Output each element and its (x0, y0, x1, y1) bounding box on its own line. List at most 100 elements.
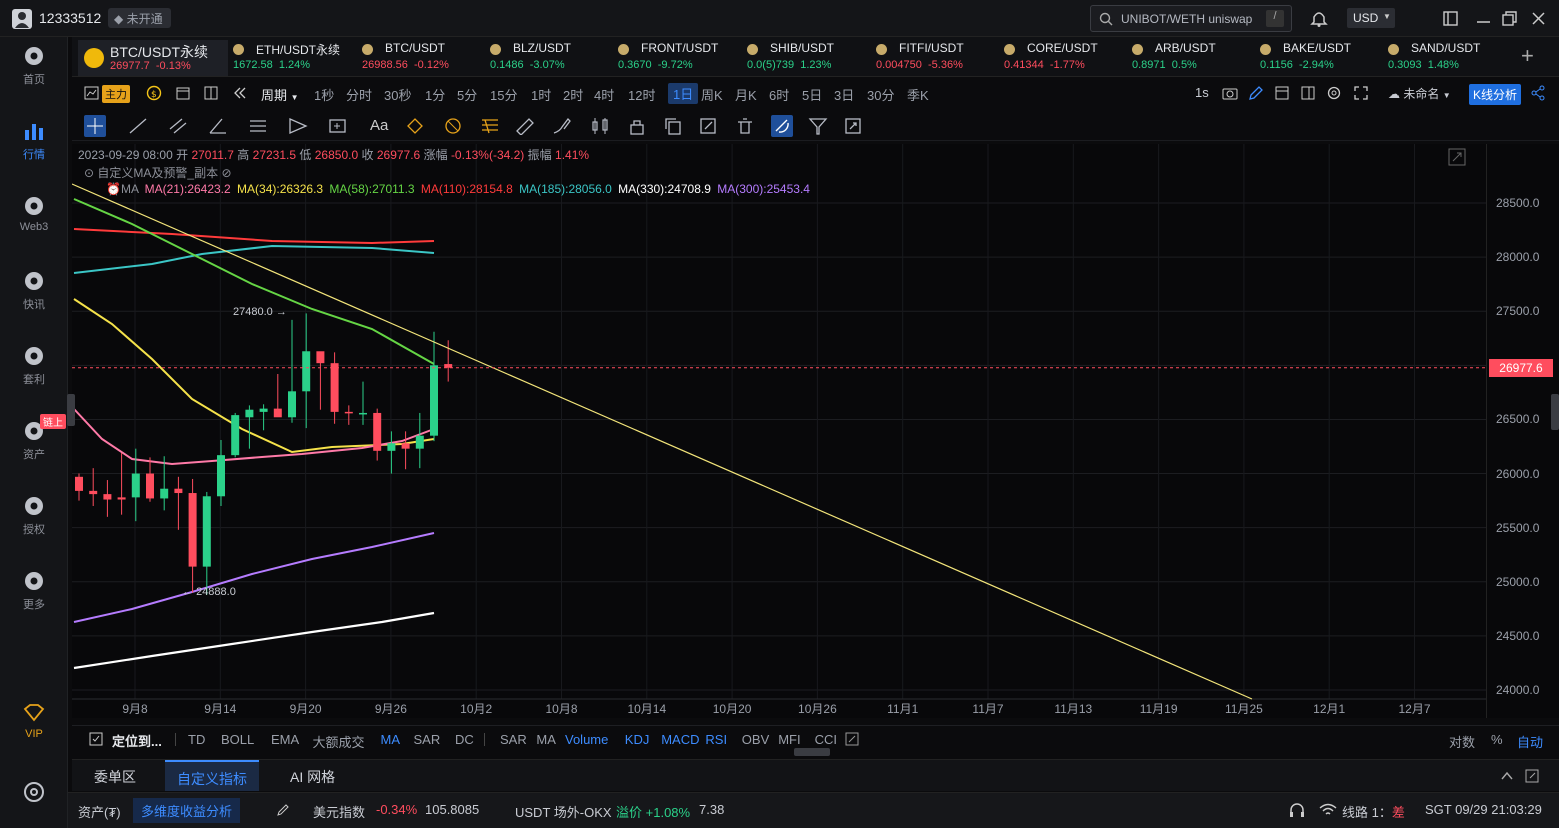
settings-icon[interactable] (1326, 85, 1342, 101)
filter-icon[interactable] (808, 117, 828, 135)
trash-icon[interactable] (735, 117, 755, 135)
sub-indicator-MA[interactable]: MA (536, 732, 556, 747)
new-window-icon[interactable] (1442, 10, 1459, 27)
price-axis[interactable]: 28500.028000.027500.027000.026500.026000… (1486, 144, 1559, 718)
angle-icon[interactable] (208, 117, 228, 135)
parallel-channel-icon[interactable] (168, 117, 188, 135)
sub-indicator-CCI[interactable]: CCI (815, 732, 837, 747)
headset-icon[interactable] (1288, 801, 1306, 819)
kline-analysis-button[interactable]: K线分析 (1469, 84, 1522, 105)
symbol-tab-8[interactable]: ARB/USDT 0.8971 0.5% (1132, 40, 1256, 76)
window-icon[interactable] (1274, 85, 1290, 101)
pattern-icon[interactable] (406, 117, 426, 135)
close-icon[interactable] (1530, 10, 1547, 27)
sidebar-item-3[interactable]: 快讯 (0, 270, 68, 312)
bottom-tab-2[interactable]: AI 网格 (278, 760, 347, 791)
bottom-tab-0[interactable]: 委单区 (82, 760, 148, 791)
edit-icon[interactable] (276, 803, 290, 817)
timeframe-8[interactable]: 4时 (594, 85, 614, 104)
main-indicator-BOLL[interactable]: BOLL (221, 732, 254, 747)
symbol-tab-7[interactable]: CORE/USDT 0.41344 -1.77% (1004, 40, 1128, 76)
sub-indicator-RSI[interactable]: RSI (705, 732, 727, 747)
timeframe-13[interactable]: 6时 (769, 85, 789, 104)
search-input[interactable]: UNIBOT/WETH uniswap (1121, 12, 1252, 26)
edit-icon[interactable] (699, 117, 719, 135)
timeframe-11[interactable]: 周K (701, 85, 723, 104)
sidebar-item-2[interactable]: Web3 (0, 195, 68, 233)
fullscreen-icon[interactable] (1353, 85, 1369, 101)
pitchfork-icon[interactable] (288, 117, 308, 135)
sidebar-item-8[interactable]: VIP (0, 702, 68, 740)
main-indicator-TD[interactable]: TD (188, 732, 205, 747)
timeframe-1[interactable]: 分时 (346, 85, 372, 104)
currency-select[interactable]: USD ▼ (1347, 8, 1395, 28)
elliott-icon[interactable] (443, 117, 463, 135)
membership-badge[interactable]: ◆ 未开通 (108, 8, 171, 28)
period-select[interactable]: 周期 ▼ (261, 85, 299, 104)
trendline-icon[interactable] (128, 117, 148, 135)
timeframe-15[interactable]: 3日 (834, 85, 854, 104)
timeframe-2[interactable]: 30秒 (384, 85, 411, 104)
main-indicator-DC[interactable]: DC (455, 732, 474, 747)
sidebar-item-0[interactable]: 首页 (0, 45, 68, 87)
ruler-icon[interactable] (515, 117, 535, 135)
timeframe-12[interactable]: 月K (735, 85, 757, 104)
main-indicator-SAR[interactable]: SAR (414, 732, 441, 747)
brush-icon[interactable] (552, 117, 572, 135)
sub-indicator-OBV[interactable]: OBV (742, 732, 769, 747)
sidebar-item-6[interactable]: 授权 (0, 495, 68, 537)
bottom-tab-1[interactable]: 自定义指标 (165, 760, 259, 791)
sync-icon[interactable] (844, 117, 864, 135)
symbol-tab-2[interactable]: BTC/USDT 26988.56 -0.12% (362, 40, 486, 76)
replay-icon[interactable] (232, 85, 248, 101)
minimize-icon[interactable] (1475, 10, 1492, 27)
chart-canvas[interactable]: 9月8 9月14 9月20 9月26 10月2 10月8 10月14 10月20 10月26 11… (72, 144, 1486, 718)
symbol-tab-3[interactable]: BLZ/USDT 0.1486 -3.07% (490, 40, 614, 76)
timeframe-9[interactable]: 12时 (628, 85, 655, 104)
magnet-tool-icon[interactable] (771, 115, 793, 137)
copy-icon[interactable] (663, 117, 683, 135)
popout-icon[interactable] (1524, 768, 1540, 784)
main-indicator-EMA[interactable]: EMA (271, 732, 299, 747)
sidebar-item-5[interactable]: 资产 链上 (0, 414, 68, 462)
expand-panel-handle[interactable] (794, 748, 830, 756)
indicator-name-row[interactable]: ⊙ 自定义MA及预警_副本 ⊘ (84, 164, 232, 181)
multi-dim-analysis-button[interactable]: 多维度收益分析 (133, 798, 241, 823)
sidebar-item-4[interactable]: 套利 (0, 345, 68, 387)
kline-chart[interactable]: 9月8 9月14 9月20 9月26 10月2 10月8 10月14 10月20 10月26 11… (67, 144, 1486, 718)
timeframe-0[interactable]: 1秒 (314, 85, 334, 104)
symbol-tab-0[interactable]: BTC/USDT永续 26977.7 -0.13% (78, 40, 228, 76)
rectangle-icon[interactable] (328, 117, 348, 135)
main-indicator-MA[interactable]: MA (381, 732, 401, 747)
layout-name-select[interactable]: ☁ 未命名 ▼ (1388, 85, 1451, 102)
sidebar-item-1[interactable]: 行情 (0, 120, 68, 162)
camera-icon[interactable] (1222, 85, 1238, 101)
scale-option-2[interactable]: 自动 (1517, 732, 1543, 751)
gann-icon[interactable] (480, 117, 500, 135)
right-collapse-handle[interactable] (1551, 394, 1559, 430)
candle-tool-icon[interactable] (590, 117, 610, 135)
timeframe-3[interactable]: 1分 (425, 85, 445, 104)
alarm-icon[interactable]: ⏰ (106, 182, 121, 196)
collapse-up-icon[interactable] (1499, 768, 1515, 784)
locate-button[interactable]: 定位到... (112, 731, 162, 750)
scale-option-1[interactable]: % (1491, 732, 1503, 747)
share-icon[interactable] (1530, 85, 1546, 101)
collapse-icon[interactable]: ⊙ (84, 166, 94, 180)
timeframe-6[interactable]: 1时 (531, 85, 551, 104)
timeframe-10[interactable]: 1日 (668, 83, 699, 104)
main-force-button[interactable]: 主力 (102, 85, 130, 103)
timeframe-14[interactable]: 5日 (802, 85, 822, 104)
sidebar-item-7[interactable]: 更多 (0, 570, 68, 612)
timeframe-5[interactable]: 15分 (490, 85, 517, 104)
sub-indicator-Volume[interactable]: Volume (565, 732, 608, 747)
locate-icon[interactable] (88, 731, 104, 747)
fibonacci-icon[interactable] (248, 117, 268, 135)
timeframe-7[interactable]: 2时 (563, 85, 583, 104)
settings-icon[interactable] (22, 780, 46, 804)
sub-indicator-SAR[interactable]: SAR (500, 732, 527, 747)
sub-indicator-MFI[interactable]: MFI (778, 732, 800, 747)
maximize-chart-icon[interactable] (1448, 148, 1466, 166)
edit-indicator-icon[interactable] (845, 732, 859, 746)
sub-indicator-MACD[interactable]: MACD (661, 732, 699, 747)
